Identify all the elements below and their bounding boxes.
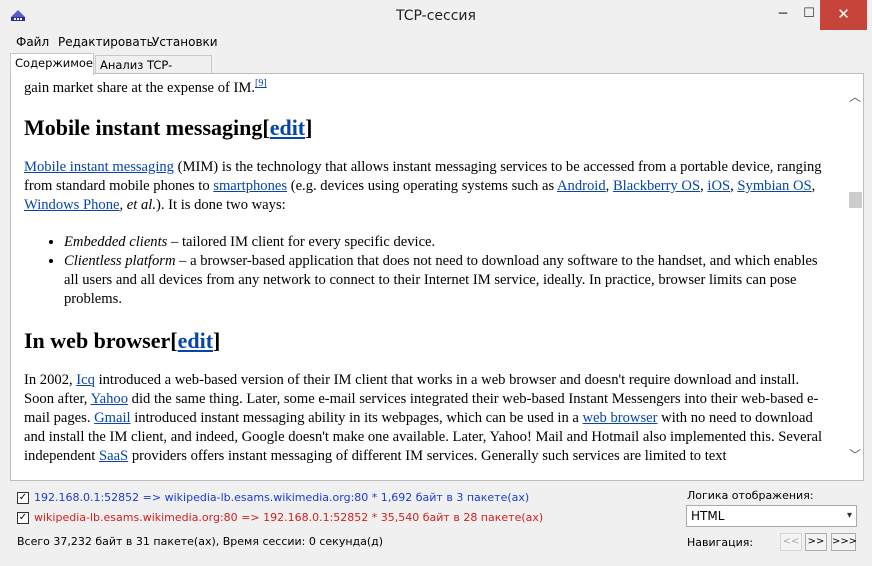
link-mim[interactable]: Mobile instant messaging <box>24 159 174 175</box>
text: introduced instant messaging ability in … <box>130 410 583 426</box>
maximize-button[interactable]: ☐ <box>799 0 819 30</box>
link-ios[interactable]: iOS <box>707 178 730 194</box>
scroll-up-icon[interactable]: ︿ <box>846 88 863 104</box>
text: – a browser-based application that does … <box>64 253 818 307</box>
bracket: [ <box>170 328 178 353</box>
text: , <box>119 197 127 213</box>
text: ). It is done two ways: <box>155 197 286 213</box>
bracket: ] <box>213 328 221 353</box>
term: Clientless platform <box>64 253 176 269</box>
tab-strip: Содержимое Анализ TCP-сессии <box>0 52 872 90</box>
nav-last-button[interactable]: >>> <box>831 533 857 551</box>
link-web-browser[interactable]: web browser <box>583 410 658 426</box>
bullet-list: Embedded clients – tailored IM client fo… <box>64 233 832 309</box>
link-icq[interactable]: Icq <box>76 372 95 388</box>
window-title: TCP-сессия <box>396 8 476 24</box>
heading-text: Mobile instant messaging <box>24 115 263 140</box>
nav-prev-button[interactable]: << <box>780 533 802 551</box>
edit-link[interactable]: edit <box>270 115 305 140</box>
menu-settings[interactable]: Установки <box>152 34 218 50</box>
tab-content[interactable]: Содержимое <box>10 53 94 75</box>
session-panel: ✓ 192.168.0.1:52852 => wikipedia-lb.esam… <box>0 482 872 566</box>
client-stream-label: 192.168.0.1:52852 => wikipedia-lb.esams.… <box>34 491 530 504</box>
list-item: Clientless platform – a browser-based ap… <box>64 252 832 309</box>
reference-link[interactable]: [9] <box>255 78 267 89</box>
intro-paragraph: gain market share at the expense of IM.[… <box>24 79 832 98</box>
server-stream-checkbox[interactable]: ✓ <box>17 512 29 524</box>
link-android[interactable]: Android <box>557 178 606 194</box>
link-blackberry[interactable]: Blackberry OS <box>613 178 700 194</box>
vertical-scrollbar[interactable]: ︿ ﹀ <box>846 74 863 480</box>
link-windows-phone[interactable]: Windows Phone <box>24 197 120 213</box>
web-browser-paragraph: In 2002, Icq introduced a web-based vers… <box>24 371 832 466</box>
term: Embedded clients <box>64 234 168 250</box>
text: – tailored IM client for every specific … <box>167 234 436 250</box>
menu-file[interactable]: Файл <box>16 34 49 50</box>
bracket: ] <box>305 115 313 140</box>
display-logic-label: Логика отображения: <box>687 489 814 502</box>
section-heading-web-browser: In web browser[edit] <box>24 327 832 355</box>
text: providers offers instant messaging of di… <box>128 448 727 464</box>
edit-link[interactable]: edit <box>178 328 213 353</box>
navigation-label: Навигация: <box>687 536 754 549</box>
text: In 2002, <box>24 372 77 388</box>
intro-text: gain market share at the expense of IM. <box>24 80 255 96</box>
text: , <box>811 178 816 194</box>
menu-bar: Файл Редактировать Установки <box>0 32 872 52</box>
scroll-thumb[interactable] <box>849 192 862 208</box>
title-bar: TCP-сессия ─ ☐ ✕ <box>0 0 872 32</box>
document: gain market share at the expense of IM.[… <box>24 74 832 466</box>
link-gmail[interactable]: Gmail <box>94 410 130 426</box>
bracket: [ <box>262 115 270 140</box>
menu-edit[interactable]: Редактировать <box>58 34 154 50</box>
list-item: Embedded clients – tailored IM client fo… <box>64 233 832 252</box>
text: , <box>605 178 613 194</box>
tab-session-analysis[interactable]: Анализ TCP-сессии <box>95 55 212 90</box>
heading-text: In web browser <box>24 328 171 353</box>
section-heading-mobile: Mobile instant messaging[edit] <box>24 114 832 142</box>
close-button[interactable]: ✕ <box>820 0 867 30</box>
link-symbian[interactable]: Symbian OS <box>737 178 811 194</box>
mim-paragraph: Mobile instant messaging (MIM) is the te… <box>24 158 832 215</box>
client-stream-checkbox[interactable]: ✓ <box>17 492 29 504</box>
link-smartphones[interactable]: smartphones <box>213 178 287 194</box>
display-logic-value: HTML <box>691 509 725 523</box>
nav-next-button[interactable]: >> <box>805 533 827 551</box>
session-summary: Всего 37,232 байт в 31 пакете(ах), Время… <box>17 535 384 548</box>
server-stream-label: wikipedia-lb.esams.wikimedia.org:80 => 1… <box>34 511 544 524</box>
minimize-button[interactable]: ─ <box>768 0 798 30</box>
chevron-down-icon: ▾ <box>846 510 852 521</box>
link-saas[interactable]: SaaS <box>99 448 128 464</box>
text: (e.g. devices using operating systems su… <box>287 178 557 194</box>
content-view[interactable]: gain market share at the expense of IM.[… <box>10 73 864 481</box>
etal-text: et al. <box>126 197 156 213</box>
scroll-down-icon[interactable]: ﹀ <box>846 446 863 462</box>
display-logic-select[interactable]: HTML ▾ <box>686 505 857 527</box>
link-yahoo[interactable]: Yahoo <box>91 391 128 407</box>
